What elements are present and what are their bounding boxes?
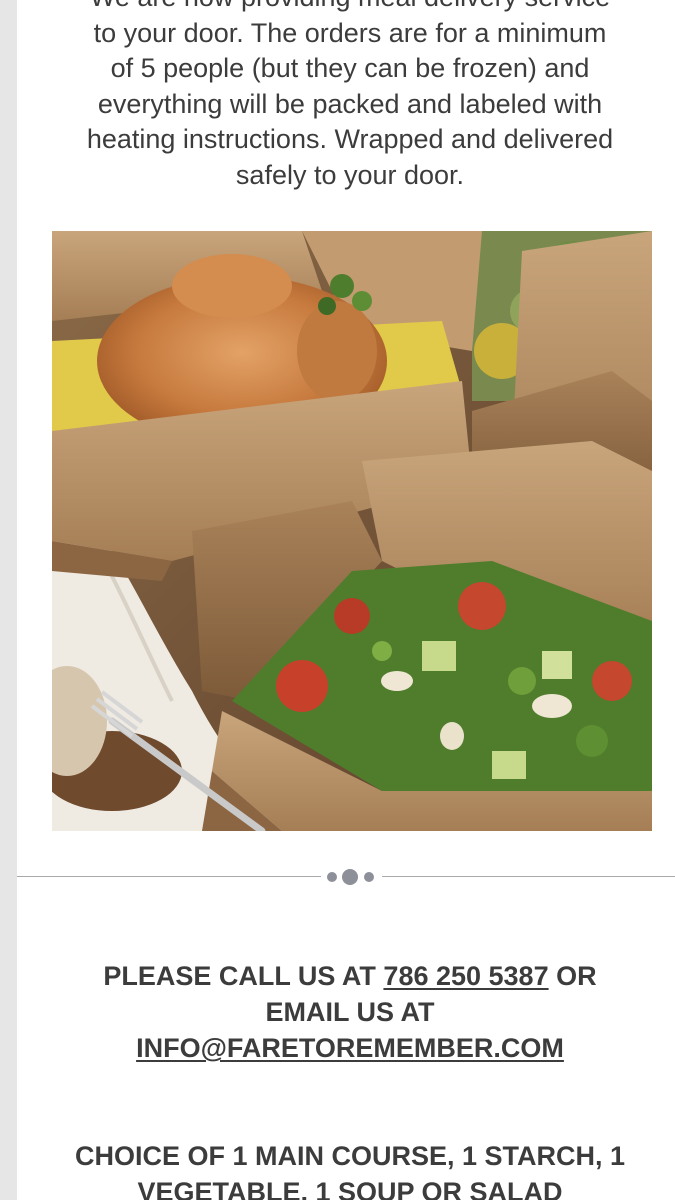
contact-info: PLEASE CALL US AT 786 250 5387 OR EMAIL … (30, 958, 670, 1066)
choice-line: CHOICE OF 1 MAIN COURSE, 1 STARCH, 1 (74, 1141, 626, 1171)
intro-line: heating instructions. Wrapped and delive… (86, 124, 614, 154)
menu-choice-text: CHOICE OF 1 MAIN COURSE, 1 STARCH, 1 VEG… (30, 1138, 670, 1200)
meal-boxes-illustration (52, 231, 652, 831)
choice-line: VEGETABLE, 1 SOUP OR SALAD (137, 1177, 563, 1200)
phone-link[interactable]: 786 250 5387 (383, 961, 548, 991)
divider-dot-right (364, 872, 374, 882)
email-link[interactable]: INFO@FARETOREMEMBER.COM (136, 1033, 564, 1063)
intro-line: of 5 people (but they can be frozen) and (110, 53, 590, 83)
section-divider (17, 862, 675, 892)
intro-line: We are now providing meal delivery servi… (90, 0, 610, 12)
left-rail (0, 0, 17, 1200)
intro-line: safely to your door. (235, 159, 465, 190)
divider-dot-center (342, 869, 358, 885)
divider-dot-left (327, 872, 337, 882)
email-page: We are now providing meal delivery servi… (0, 0, 675, 1200)
contact-prefix: PLEASE CALL US AT (103, 961, 376, 991)
meal-boxes-photo (52, 231, 652, 831)
divider-line-right (382, 876, 675, 877)
contact-middle: OR (556, 961, 597, 991)
divider-line-left (17, 876, 321, 877)
contact-email-label: EMAIL US AT (265, 997, 435, 1027)
intro-line: to your door. The orders are for a minim… (93, 17, 607, 48)
intro-line: everything will be packed and labeled wi… (97, 88, 603, 119)
intro-paragraph: We are now providing meal delivery servi… (30, 0, 670, 193)
